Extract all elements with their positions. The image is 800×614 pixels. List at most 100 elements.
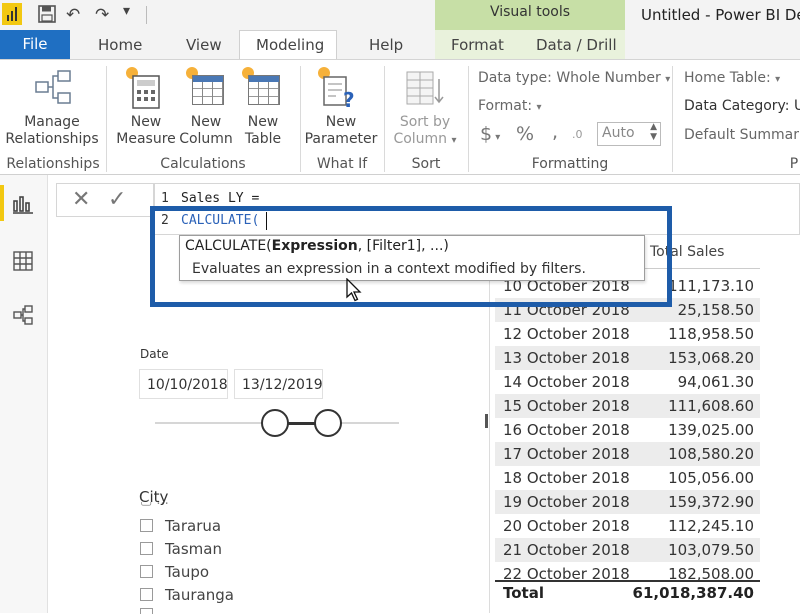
date-end-input[interactable]: 13/12/2019	[234, 369, 323, 399]
group-calculations: Calculations	[160, 156, 246, 172]
tab-view[interactable]: View	[186, 36, 222, 54]
new-measure-label-1: New	[130, 114, 162, 130]
home-table-dropdown[interactable]: Home Table: ▾	[684, 70, 780, 86]
comma-button[interactable]: ,	[552, 121, 558, 143]
data-view-icon[interactable]	[12, 250, 34, 277]
cell-total-sales: 153,068.20	[668, 349, 754, 367]
group-separator	[672, 66, 673, 172]
tab-modeling[interactable]: Modeling	[256, 36, 324, 54]
report-view-icon[interactable]	[12, 193, 34, 220]
group-sort: Sort	[411, 156, 441, 172]
group-separator	[300, 66, 301, 172]
checkbox[interactable]	[140, 519, 153, 532]
decimal-places-icon[interactable]: .0	[572, 128, 583, 141]
cell-total-sales: 118,958.50	[668, 325, 754, 343]
tab-help[interactable]: Help	[369, 36, 403, 54]
data-category-dropdown[interactable]: Data Category: Un	[684, 98, 800, 114]
formula-line-1[interactable]: Sales LY =	[181, 191, 259, 206]
new-table-label-1: New	[247, 114, 279, 130]
table-row: 17 October 2018 108,580.20	[495, 442, 760, 466]
new-table-icon[interactable]	[242, 67, 282, 111]
undo-icon[interactable]: ↶	[66, 5, 80, 25]
city-item-clipped: ▢ ...	[140, 502, 340, 510]
left-nav	[0, 175, 48, 613]
table-row: 21 October 2018 103,079.50	[495, 538, 760, 562]
format-label: Format:	[478, 98, 533, 114]
data-type-label: Data type: Whole Number	[478, 70, 661, 86]
new-column-label-2: Column	[179, 131, 233, 147]
new-parameter-button[interactable]: New Parameter	[303, 114, 379, 148]
save-icon[interactable]	[38, 5, 56, 28]
new-measure-button[interactable]: New Measure	[116, 114, 176, 148]
redo-icon[interactable]: ↷	[95, 5, 109, 25]
spinner-arrows-icon[interactable]: ▲ ▼	[650, 122, 657, 142]
formula-buttons	[56, 183, 154, 217]
date-start-input[interactable]: 10/10/2018	[139, 369, 228, 399]
data-type-dropdown[interactable]: Data type: Whole Number ▾	[478, 70, 670, 86]
checkbox[interactable]	[140, 608, 153, 614]
cell-total-sales: 105,056.00	[668, 469, 754, 487]
date-slider-end-handle[interactable]	[314, 409, 343, 437]
tab-home[interactable]: Home	[98, 36, 142, 54]
tab-data-drill[interactable]: Data / Drill	[536, 36, 617, 54]
city-slicer-title: City	[139, 488, 169, 506]
cancel-formula-icon[interactable]: ✕	[72, 187, 90, 212]
checkbox[interactable]	[140, 588, 153, 601]
manage-relationships-button[interactable]: Manage Relationships	[4, 114, 100, 148]
checkbox[interactable]	[140, 565, 153, 578]
group-separator	[468, 66, 469, 172]
city-item-label: Tauranga	[165, 586, 234, 604]
table-row: 16 October 2018 139,025.00	[495, 418, 760, 442]
decimal-places-spinner[interactable]: Auto ▲ ▼	[597, 122, 661, 146]
sort-by-column-button[interactable]: Sort by Column ▾	[388, 114, 462, 149]
city-item[interactable]: Tasman	[140, 540, 222, 562]
table-total-row: Total 61,018,387.40	[495, 580, 760, 608]
table-row: 19 October 2018 159,372.90	[495, 490, 760, 514]
customize-qat-icon[interactable]: ▾	[123, 3, 130, 19]
cell-date: 21 October 2018	[503, 541, 630, 559]
new-column-icon[interactable]	[186, 67, 226, 111]
new-column-button[interactable]: New Column	[176, 114, 236, 148]
commit-formula-icon[interactable]: ✓	[108, 187, 126, 212]
cell-date: 20 October 2018	[503, 517, 630, 535]
manage-relationships-icon[interactable]	[34, 68, 74, 112]
model-view-icon[interactable]	[12, 304, 34, 331]
table-scroll-handle[interactable]	[485, 414, 488, 428]
cell-total-value: 61,018,387.40	[632, 584, 754, 602]
tab-format[interactable]: Format	[451, 36, 504, 54]
cell-date: 18 October 2018	[503, 469, 630, 487]
cell-total-sales: 139,025.00	[668, 421, 754, 439]
cell-total-sales: 103,079.50	[668, 541, 754, 559]
currency-button[interactable]: $ ▾	[480, 123, 500, 145]
new-column-label-1: New	[190, 114, 222, 130]
currency-icon: $	[480, 123, 493, 145]
city-item[interactable]: Tararua	[140, 517, 221, 539]
city-item-label: Tasman	[165, 540, 222, 558]
tab-file[interactable]: File	[0, 30, 70, 59]
new-parameter-icon[interactable]: ?	[318, 67, 362, 111]
mouse-pointer-icon	[346, 277, 362, 306]
cell-total-sales: 111,608.60	[668, 397, 754, 415]
sort-by-column-icon[interactable]	[406, 71, 446, 113]
date-slider-start-handle[interactable]	[260, 409, 289, 437]
city-item[interactable]: Taupo	[140, 563, 209, 585]
cell-total-sales: 94,061.30	[677, 373, 754, 391]
default-summarization-dropdown[interactable]: Default Summarizat	[684, 127, 800, 143]
cell-date: 15 October 2018	[503, 397, 630, 415]
sort-by-column-label-2: Column	[393, 131, 448, 147]
format-dropdown[interactable]: Format: ▾	[478, 98, 542, 114]
table-row: 14 October 2018 94,061.30	[495, 370, 760, 394]
new-table-button[interactable]: New Table	[233, 114, 293, 148]
new-parameter-label-2: Parameter	[304, 131, 378, 147]
city-item-label: Taupo	[165, 563, 210, 581]
home-table-label: Home Table:	[684, 70, 771, 86]
percent-button[interactable]: %	[516, 123, 534, 145]
city-item[interactable]: Tauranga	[140, 586, 234, 608]
checkbox[interactable]	[140, 542, 153, 555]
cell-total-sales: 159,372.90	[668, 493, 754, 511]
new-table-label-2: Table	[244, 131, 282, 147]
date-slicer-title: Date	[140, 347, 169, 361]
city-item-label: Tararua	[165, 517, 222, 535]
power-bi-logo-icon	[2, 3, 22, 25]
group-what-if: What If	[316, 156, 368, 172]
